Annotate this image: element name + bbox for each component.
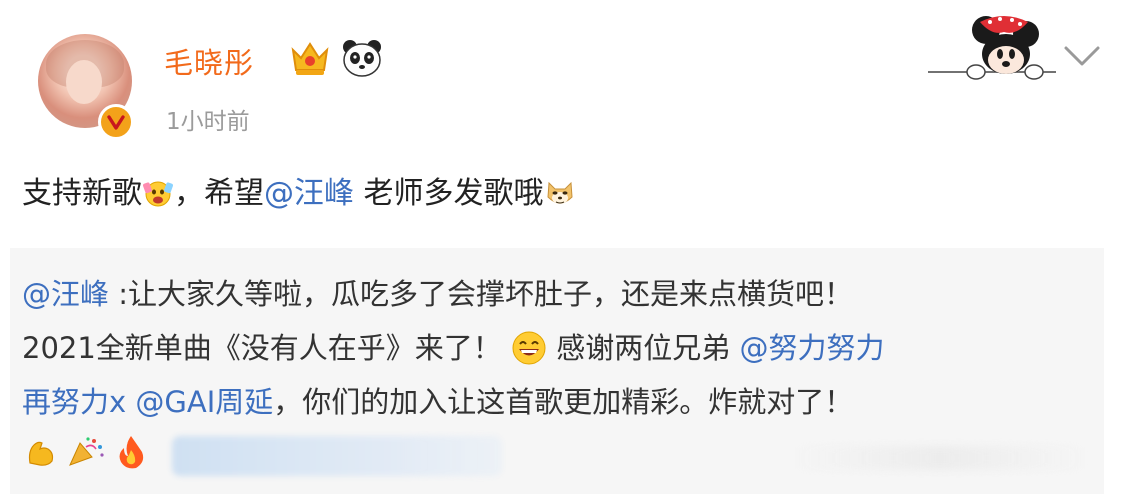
repost-mention-1[interactable]: @努力努力 bbox=[739, 331, 884, 365]
repost-text-2: 2021全新单曲《没有人在乎》来了！ bbox=[22, 331, 502, 365]
repost-mention-2[interactable]: @GAI周延 bbox=[135, 385, 273, 419]
repost-line-1: @汪峰 :让大家久等啦，瓜吃多了会撑坏肚子，还是来点横货吧！ bbox=[22, 274, 853, 314]
post-text-part2: ，希望 bbox=[174, 176, 264, 211]
post-text-part3: 老师多发歌哦 bbox=[354, 176, 544, 211]
repost-text-4: ，你们的加入让这首歌更加精彩。炸就对了！ bbox=[273, 385, 854, 419]
muscle-emoji bbox=[28, 441, 54, 466]
grinning-emoji bbox=[512, 331, 546, 365]
repost-text-1: :让大家久等啦，瓜吃多了会撑坏肚子，还是来点横货吧！ bbox=[109, 277, 854, 311]
repost-card[interactable]: @汪峰 :让大家久等啦，瓜吃多了会撑坏肚子，还是来点横货吧！ 2021全新单曲《… bbox=[10, 248, 1104, 494]
repost-line-3: 再努力x @GAI周延，你们的加入让这首歌更加精彩。炸就对了！ bbox=[22, 382, 853, 422]
repost-mention-1-cont[interactable]: 再努力x bbox=[22, 385, 126, 419]
panda-icon[interactable] bbox=[341, 38, 383, 78]
post-body: 支持新歌 ，希望@汪峰 老师多发歌哦 bbox=[22, 172, 576, 216]
post-timestamp: 1小时前 bbox=[166, 109, 250, 135]
cheering-face-emoji bbox=[143, 181, 173, 207]
post-text-part1: 支持新歌 bbox=[22, 176, 142, 211]
crown-icon[interactable] bbox=[288, 36, 332, 80]
repost-text-3: 感谢两位兄弟 bbox=[556, 331, 740, 365]
repost-line-2: 2021全新单曲《没有人在乎》来了！ 感谢两位兄弟 @努力努力 bbox=[22, 328, 884, 368]
fire-emoji bbox=[119, 436, 144, 469]
avatar-face bbox=[66, 60, 102, 104]
minnie-sticker-icon bbox=[928, 16, 1056, 80]
blurred-link[interactable] bbox=[172, 436, 502, 476]
repost-emoji-row bbox=[24, 434, 148, 470]
blurred-content bbox=[790, 446, 1090, 470]
author-name[interactable]: 毛晓彤 bbox=[164, 40, 254, 82]
verified-icon bbox=[98, 104, 134, 140]
repost-author-link[interactable]: @汪峰 bbox=[22, 277, 109, 311]
party-popper-emoji bbox=[69, 437, 104, 466]
weibo-post: 毛晓彤 1小时前 支持新歌 ，希望@汪峰 老师多发歌哦 @汪峰:让大家久等啦，… bbox=[0, 0, 1144, 494]
chevron-down-icon[interactable] bbox=[1062, 42, 1102, 70]
doge-emoji bbox=[547, 181, 573, 204]
post-mention-link[interactable]: @汪峰 bbox=[264, 176, 354, 211]
